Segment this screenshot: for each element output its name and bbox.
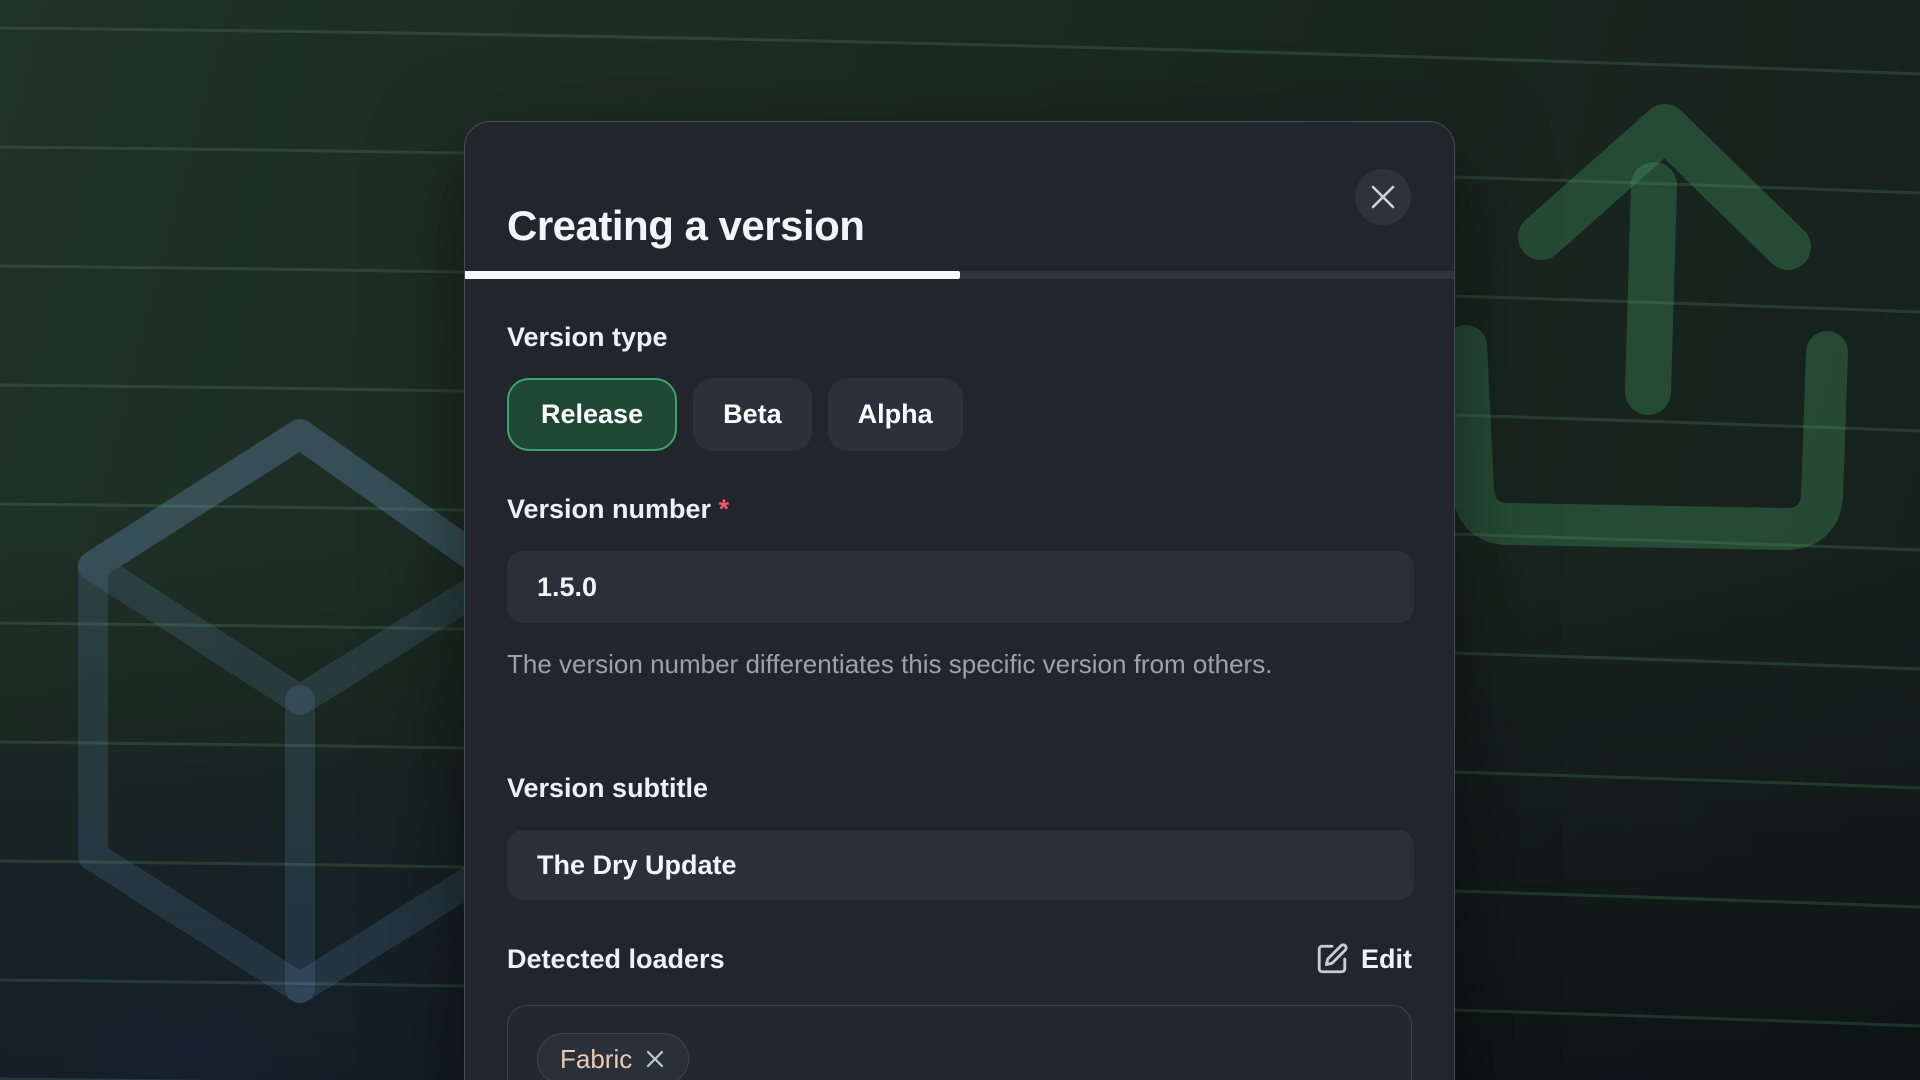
close-button[interactable]: [1355, 169, 1411, 225]
version-type-beta-button[interactable]: Beta: [693, 378, 812, 451]
close-icon: [1370, 184, 1396, 210]
progress-bar-fill: [465, 271, 960, 279]
detected-loaders-label: Detected loaders: [507, 942, 725, 976]
version-number-label-text: Version number: [507, 494, 711, 524]
version-subtitle-input[interactable]: [507, 830, 1414, 900]
progress-bar-track: [465, 271, 1454, 279]
detected-loaders-box: Fabric: [507, 1005, 1412, 1080]
loader-chip-label: Fabric: [560, 1044, 632, 1075]
version-number-help-text: The version number differentiates this s…: [507, 642, 1272, 686]
app-background: Creating a version Version type Release …: [0, 0, 1920, 1080]
version-type-release-button[interactable]: Release: [507, 378, 677, 451]
version-subtitle-label: Version subtitle: [507, 771, 708, 805]
version-type-label: Version type: [507, 320, 668, 354]
edit-pencil-icon: [1315, 942, 1349, 976]
edit-loaders-button[interactable]: Edit: [1315, 942, 1412, 976]
loader-chip-fabric: Fabric: [537, 1033, 689, 1080]
remove-x-icon: [644, 1048, 666, 1070]
edit-button-label: Edit: [1361, 944, 1412, 975]
version-type-alpha-button[interactable]: Alpha: [828, 378, 963, 451]
version-number-input[interactable]: [507, 551, 1414, 623]
detected-loaders-row: Detected loaders Edit: [507, 940, 1412, 978]
remove-loader-button[interactable]: [644, 1048, 666, 1070]
version-number-label: Version number *: [507, 492, 729, 526]
modal-title: Creating a version: [507, 200, 864, 252]
creating-version-modal: Creating a version Version type Release …: [464, 121, 1455, 1080]
version-type-options: Release Beta Alpha: [507, 378, 963, 451]
required-asterisk: *: [719, 494, 730, 524]
